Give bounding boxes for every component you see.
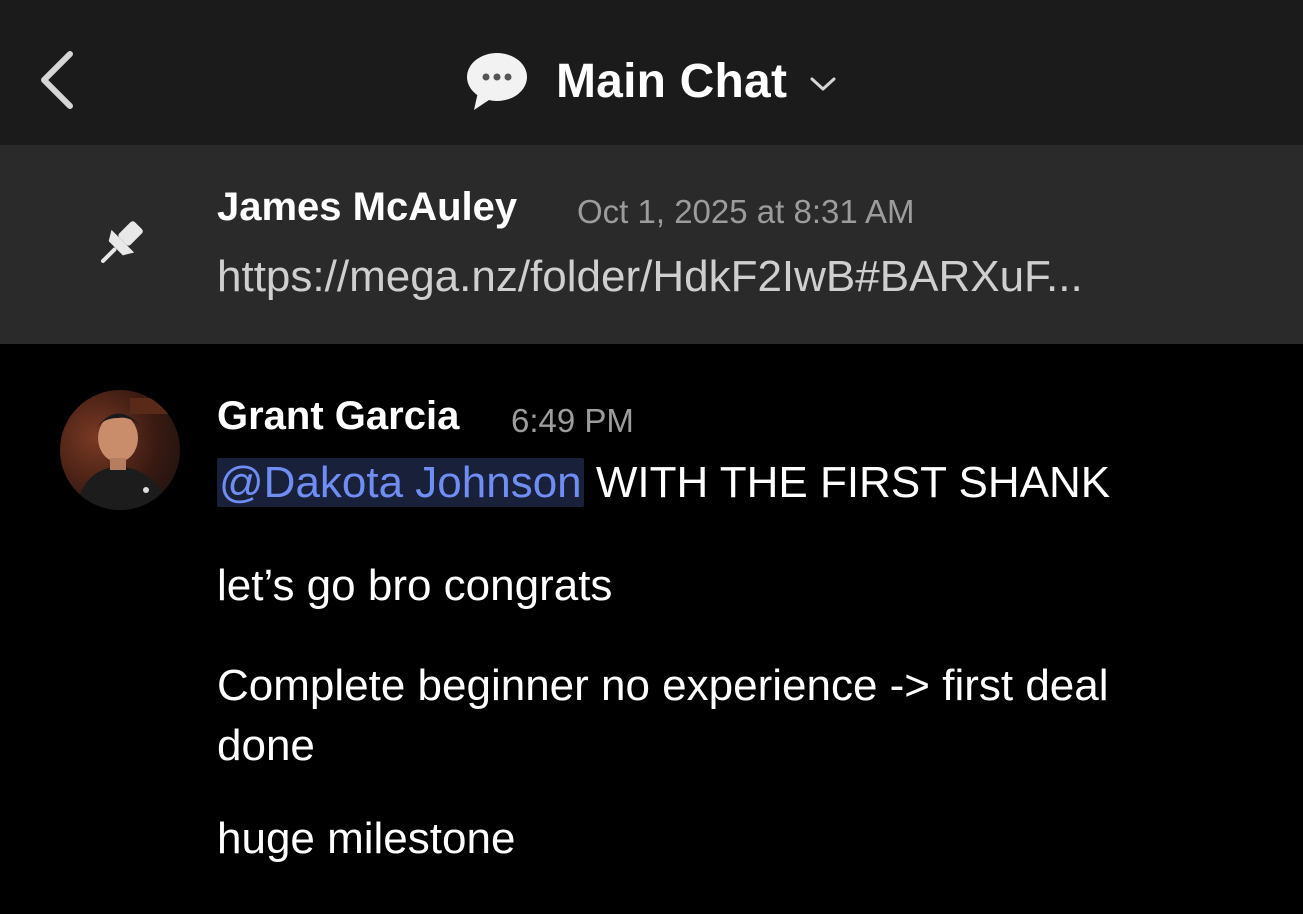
- message-item: Grant Garcia 6:49 PM @Dakota Johnson WIT…: [0, 344, 1303, 914]
- chat-header: Main Chat: [0, 0, 1303, 145]
- channel-title-dropdown[interactable]: Main Chat: [464, 46, 837, 116]
- chevron-down-icon: [810, 77, 836, 91]
- user-mention[interactable]: @Dakota Johnson: [217, 458, 584, 507]
- pinned-timestamp: Oct 1, 2025 at 8:31 AM: [577, 193, 915, 230]
- message-timestamp: 6:49 PM: [511, 402, 634, 439]
- message-author[interactable]: Grant Garcia: [217, 394, 459, 439]
- pin-icon: [101, 221, 143, 263]
- chat-bubble-icon: [467, 53, 527, 110]
- pinned-message-banner[interactable]: James McAuley Oct 1, 2025 at 8:31 AM htt…: [0, 145, 1303, 344]
- pinned-author: James McAuley: [217, 185, 518, 229]
- message-text: WITH THE FIRST SHANK: [583, 458, 1111, 507]
- pinned-message-text: https://mega.nz/folder/HdkF2IwB#BARXuF..…: [217, 252, 1083, 301]
- chevron-left-icon: [41, 51, 73, 109]
- back-button[interactable]: [30, 44, 86, 116]
- message-line: let’s go bro congrats: [217, 561, 613, 610]
- message-line: huge milestone: [217, 814, 516, 863]
- avatar[interactable]: [60, 390, 180, 510]
- message-line: @Dakota Johnson WITH THE FIRST SHANK: [217, 458, 1110, 508]
- message-line: Complete beginner no experience -> first…: [217, 661, 1109, 770]
- channel-title: Main Chat: [556, 54, 788, 108]
